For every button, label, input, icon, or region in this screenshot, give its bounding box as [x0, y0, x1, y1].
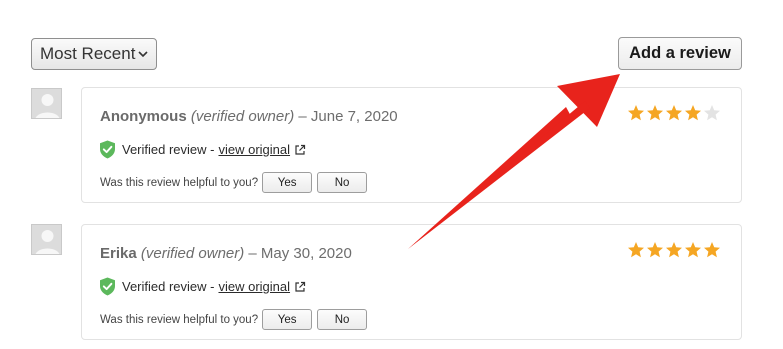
verified-review: Verified review - view original	[99, 277, 306, 296]
review-meta: Erika (verified owner) – May 30, 2020	[100, 245, 352, 262]
star-filled-icon	[647, 105, 663, 121]
chevron-down-icon	[138, 49, 148, 59]
review-date: – June 7, 2020	[298, 108, 398, 125]
view-original-link[interactable]: view original	[218, 142, 290, 157]
star-filled-icon	[685, 105, 701, 121]
helpful-no-button[interactable]: No	[317, 172, 368, 193]
star-filled-icon	[647, 242, 663, 258]
helpful-yes-button[interactable]: Yes	[262, 172, 313, 193]
avatar	[31, 88, 62, 119]
shield-check-icon	[100, 277, 115, 296]
verified-owner-label: (verified owner)	[190, 108, 295, 125]
star-filled-icon	[628, 242, 644, 258]
helpful-question: Was this review helpful to you?	[100, 176, 259, 189]
verified-owner-label: (verified owner)	[140, 245, 245, 262]
review-author: Anonymous	[100, 108, 187, 125]
external-link-icon[interactable]	[294, 281, 306, 293]
helpful-prompt: Was this review helpful to you? Yes No	[100, 309, 368, 330]
star-rating	[627, 241, 721, 259]
verified-review: Verified review - view original	[99, 140, 306, 159]
external-link-icon[interactable]	[294, 144, 306, 156]
review-card: Erika (verified owner) – May 30, 2020 Ve…	[81, 224, 742, 340]
verified-review-text: Verified review -	[122, 279, 215, 294]
review-date: – May 30, 2020	[248, 245, 352, 262]
star-rating	[627, 104, 721, 122]
helpful-no-button[interactable]: No	[317, 309, 368, 330]
user-silhouette-icon	[32, 89, 61, 118]
star-filled-icon	[685, 242, 701, 258]
helpful-question: Was this review helpful to you?	[100, 313, 259, 326]
helpful-yes-button[interactable]: Yes	[262, 309, 313, 330]
star-filled-icon	[666, 242, 682, 258]
sort-dropdown-label: Most Recent	[40, 44, 136, 63]
user-silhouette-icon	[32, 225, 61, 254]
star-filled-icon	[666, 105, 682, 121]
star-empty-icon	[704, 105, 720, 121]
star-filled-icon	[704, 242, 720, 258]
view-original-link[interactable]: view original	[218, 279, 290, 294]
avatar	[31, 224, 62, 255]
star-filled-icon	[628, 105, 644, 121]
review-meta: Anonymous (verified owner) – June 7, 202…	[100, 108, 398, 125]
sort-dropdown[interactable]: Most Recent	[31, 38, 157, 70]
review-card: Anonymous (verified owner) – June 7, 202…	[81, 87, 742, 203]
shield-check-icon	[100, 140, 115, 159]
helpful-prompt: Was this review helpful to you? Yes No	[100, 172, 368, 193]
verified-review-text: Verified review -	[122, 142, 215, 157]
review-author: Erika	[100, 245, 137, 262]
add-review-button[interactable]: Add a review	[618, 37, 742, 70]
